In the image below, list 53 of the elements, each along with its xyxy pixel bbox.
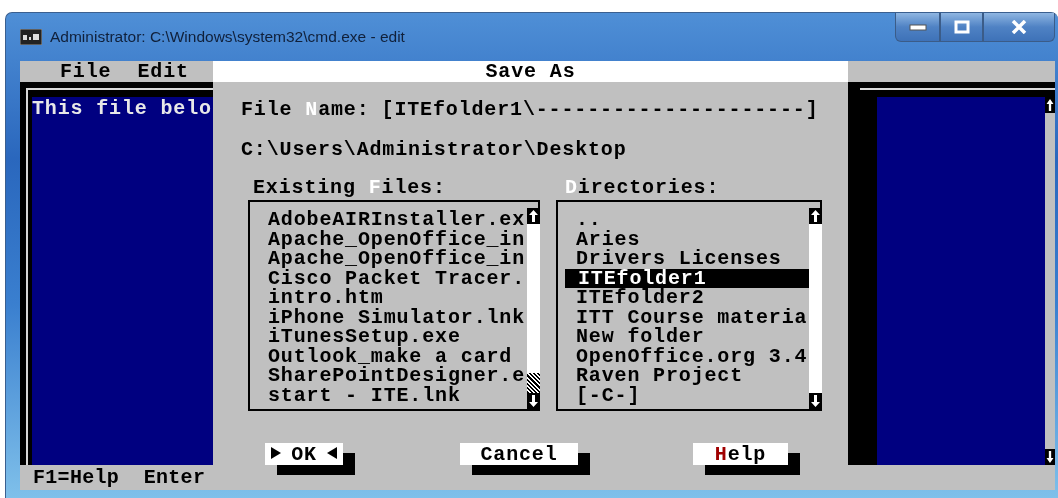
up-arrow-icon[interactable]	[809, 208, 822, 224]
list-item[interactable]: SharePointDesigner.e	[257, 366, 527, 386]
menu-item[interactable]: Edit	[137, 61, 189, 82]
dialog-button[interactable]: OK	[265, 443, 355, 475]
list-item[interactable]: iPhone Simulator.lnk	[257, 307, 527, 327]
list-label: Directories:	[565, 178, 720, 198]
list-item[interactable]: ITT Course materia	[565, 307, 809, 327]
scrollbar[interactable]	[809, 208, 822, 409]
scrollbar[interactable]	[1045, 97, 1055, 465]
up-arrow-icon[interactable]	[1045, 97, 1055, 113]
dialog-button[interactable]: Cancel	[460, 443, 590, 475]
list-item[interactable]: Outlook_make a card	[257, 346, 527, 366]
list-item[interactable]: intro.htm	[257, 288, 527, 308]
dialog-title: Save As	[485, 61, 576, 82]
list-item[interactable]: iTunesSetup.exe	[257, 327, 527, 347]
list-label: Existing Files:	[253, 178, 446, 198]
list-item[interactable]: Apache_OpenOffice_in	[257, 249, 527, 269]
list-item[interactable]: Aries	[565, 229, 809, 249]
console-icon	[20, 29, 42, 45]
status-text: F1=Help Enter	[33, 466, 206, 489]
list-item[interactable]: New folder	[565, 327, 809, 347]
dialog-button[interactable]: Help	[693, 443, 800, 475]
list-item[interactable]: ITEfolder1	[565, 268, 809, 288]
list-item[interactable]: Drivers Licenses	[565, 249, 809, 269]
minimize-button[interactable]	[895, 13, 940, 42]
down-arrow-icon[interactable]	[527, 393, 540, 409]
list-item[interactable]: start - ITE.lnk	[257, 385, 527, 405]
close-button[interactable]	[983, 13, 1055, 42]
file-name-label: File Name:	[241, 100, 370, 120]
up-arrow-icon[interactable]	[527, 208, 540, 224]
pointer-icon	[271, 446, 281, 459]
list-item[interactable]: AdobeAIRInstaller.ex	[257, 210, 527, 230]
list-item[interactable]: Apache_OpenOffice_in	[257, 229, 527, 249]
scroll-thumb[interactable]	[527, 373, 540, 393]
list-item[interactable]: Cisco Packet Tracer.	[257, 268, 527, 288]
down-arrow-icon[interactable]	[809, 393, 822, 409]
menu-item[interactable]: File	[60, 61, 112, 82]
close-icon	[1011, 20, 1027, 34]
list-item[interactable]: ITEfolder2	[565, 288, 809, 308]
maximize-icon	[953, 20, 970, 34]
file-name-field[interactable]: [ITEfolder1\---------------------]	[381, 100, 819, 120]
window-title: Administrator: C:\Windows\system32\cmd.exe - edit	[50, 28, 405, 46]
pointer-icon	[327, 446, 337, 459]
maximize-button[interactable]	[940, 13, 983, 42]
list-item[interactable]: ..	[565, 210, 809, 230]
minimize-icon	[908, 23, 927, 31]
down-arrow-icon[interactable]	[1045, 449, 1055, 465]
editor-text: This file belo	[32, 98, 212, 120]
scrollbar[interactable]	[527, 208, 540, 409]
current-path: C:\Users\Administrator\Desktop	[241, 140, 627, 160]
list-item[interactable]: Raven Project	[565, 366, 809, 386]
list-item[interactable]: [-C-]	[565, 385, 809, 405]
list-item[interactable]: OpenOffice.org 3.4	[565, 346, 809, 366]
